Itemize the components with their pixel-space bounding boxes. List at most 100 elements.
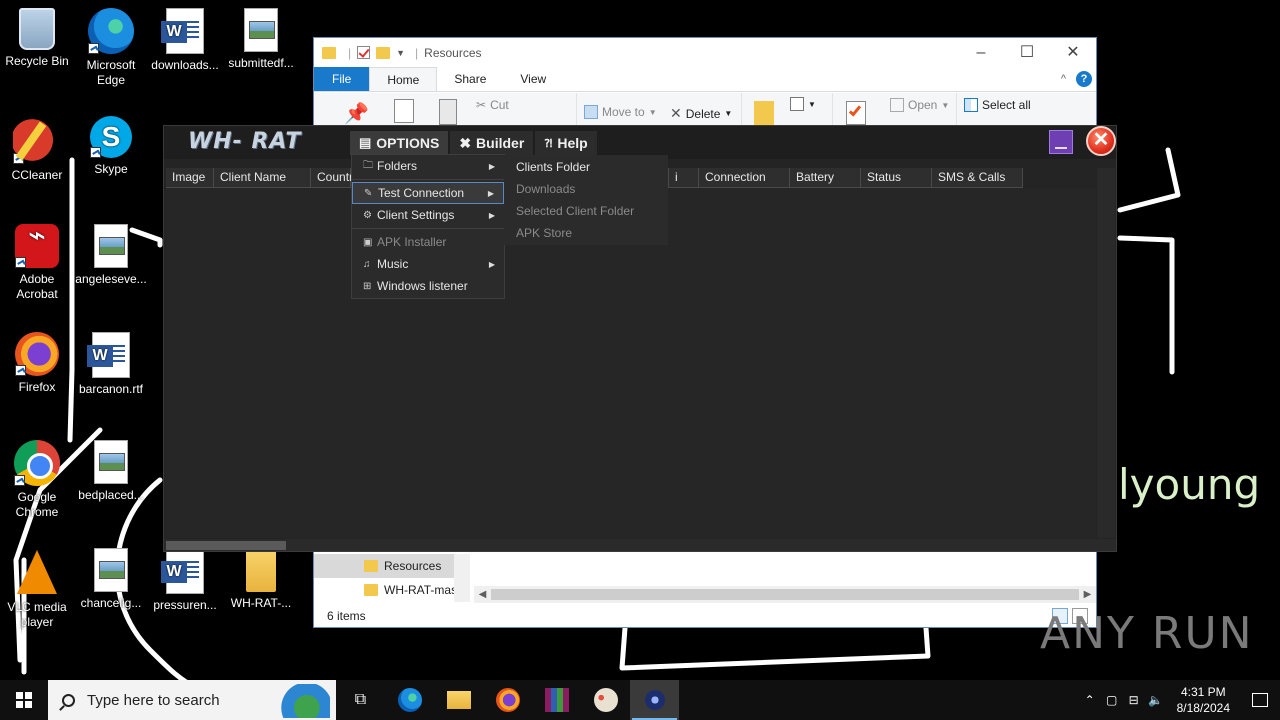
vertical-scrollbar[interactable]: [1097, 168, 1115, 538]
explorer-title: Resources: [424, 45, 482, 60]
taskbar-firefox[interactable]: [483, 680, 532, 720]
open-button[interactable]: Open ▼: [890, 98, 949, 112]
select-all-button[interactable]: Select all: [964, 98, 1031, 112]
submenu-item-clients-folder[interactable]: Clients Folder: [505, 156, 667, 178]
wallpaper-text: lyoung: [1118, 460, 1261, 509]
menu-options[interactable]: ▤ OPTIONS: [350, 131, 449, 155]
menu-item-label: Test Connection: [378, 186, 465, 200]
desktop-icon-angeleseve[interactable]: angeleseve...: [74, 224, 148, 287]
column-country[interactable]: Countr: [311, 168, 353, 188]
scroll-thumb[interactable]: [491, 589, 1079, 600]
taskbar-winrar[interactable]: [532, 680, 581, 720]
minimize-button[interactable]: [1049, 130, 1073, 154]
new-item-icon[interactable]: ▼: [790, 97, 816, 111]
pin-icon[interactable]: 📌: [344, 101, 369, 126]
desktop-icon-wh-rat-folder[interactable]: WH-RAT-...: [224, 548, 298, 611]
column-battery[interactable]: Battery: [790, 168, 861, 188]
desktop-icon-chancelig[interactable]: chancelig...: [74, 548, 148, 611]
desktop-icon-pressuren[interactable]: pressuren...: [148, 548, 222, 613]
delete-button[interactable]: ✕ Delete ▼: [670, 105, 732, 122]
submenu-item-selected-client-folder[interactable]: Selected Client Folder: [505, 200, 667, 222]
nav-item-wh-rat[interactable]: WH-RAT-mas: [314, 578, 470, 602]
cut-button[interactable]: ✂ Cut: [476, 98, 509, 112]
desktop-icon-ccleaner[interactable]: CCleaner: [0, 116, 74, 183]
scroll-thumb[interactable]: [166, 541, 286, 550]
desktop-icon-recycle-bin[interactable]: Recycle Bin: [0, 8, 74, 69]
column-image[interactable]: Image: [166, 168, 214, 188]
scroll-left-icon[interactable]: ◀: [474, 586, 491, 603]
desktop-icon-submitted[interactable]: submittedf...: [224, 8, 298, 71]
minimize-button[interactable]: –: [958, 39, 1004, 67]
submenu-item-downloads[interactable]: Downloads: [505, 178, 667, 200]
tab-file[interactable]: File: [314, 67, 370, 91]
desktop-icon-bedplaced[interactable]: bedplaced...: [74, 440, 148, 503]
close-button[interactable]: ✕: [1050, 39, 1096, 67]
open-icon: [890, 98, 904, 112]
paste-icon[interactable]: [439, 99, 457, 125]
menu-item-folders[interactable]: 🗀 Folders ▶: [352, 155, 504, 177]
meet-now-icon[interactable]: ▢: [1101, 693, 1123, 707]
desktop-icon-chrome[interactable]: Google Chrome: [0, 440, 74, 520]
collapse-ribbon-icon[interactable]: ^: [1061, 73, 1066, 85]
column-connection[interactable]: Connection: [699, 168, 790, 188]
horizontal-scrollbar[interactable]: [164, 539, 1116, 551]
edge-icon: [397, 688, 422, 712]
desktop-icon-edge[interactable]: Microsoft Edge: [74, 8, 148, 88]
column-i[interactable]: i: [669, 168, 699, 188]
menu-item-windows-listener[interactable]: ⊞ Windows listener: [352, 275, 504, 297]
network-icon[interactable]: ⊟: [1123, 693, 1145, 707]
desktop-icon-barcanon[interactable]: barcanon.rtf: [74, 332, 148, 397]
desktop-icon-firefox[interactable]: Firefox: [0, 332, 74, 395]
desktop-icon-acrobat[interactable]: Adobe Acrobat: [0, 224, 74, 302]
start-button[interactable]: [0, 680, 48, 720]
close-button[interactable]: ✕: [1086, 126, 1116, 156]
taskbar-search[interactable]: Type here to search: [48, 680, 336, 720]
tab-share[interactable]: Share: [437, 67, 503, 91]
desktop-icon-label: WH-RAT-...: [230, 596, 292, 610]
new-folder-icon[interactable]: [376, 46, 391, 59]
submenu-item-apk-store[interactable]: APK Store: [505, 222, 667, 244]
properties-icon[interactable]: [846, 101, 866, 125]
word-document-icon: [161, 548, 204, 594]
chevron-down-icon[interactable]: ▼: [396, 48, 405, 58]
move-to-button[interactable]: Move to ▼: [584, 105, 657, 119]
scroll-right-icon[interactable]: ▶: [1079, 586, 1096, 603]
column-status[interactable]: Status: [861, 168, 932, 188]
desktop-icon-downloads[interactable]: downloads...: [148, 8, 222, 73]
notifications-button[interactable]: [1240, 693, 1280, 707]
menu-item-apk-installer[interactable]: ▣ APK Installer: [352, 231, 504, 253]
edge-icon: [88, 8, 134, 54]
menu-item-test-connection[interactable]: ✎ Test Connection ▶: [352, 182, 504, 204]
taskbar-wh-rat[interactable]: [630, 680, 679, 720]
nav-item-resources[interactable]: Resources: [314, 554, 454, 578]
column-client-name[interactable]: Client Name: [214, 168, 311, 188]
task-view-button[interactable]: ⧉: [336, 680, 385, 720]
copy-icon[interactable]: [394, 99, 414, 123]
taskbar-file-explorer[interactable]: [434, 680, 483, 720]
menu-help-label: Help: [557, 135, 588, 151]
taskbar-paint[interactable]: [581, 680, 630, 720]
desktop-icon-skype[interactable]: Skype: [74, 116, 148, 177]
menu-item-music[interactable]: ♫ Music ▶: [352, 253, 504, 275]
clock[interactable]: 4:31 PM 8/18/2024: [1167, 684, 1240, 716]
desktop-icon-vlc[interactable]: VLC media player: [0, 548, 74, 630]
menu-help[interactable]: ⁈ Help: [535, 131, 597, 155]
properties-icon[interactable]: [357, 46, 371, 59]
desktop-icon-label: angeleseve...: [75, 272, 147, 286]
chevron-up-icon[interactable]: ⌃: [1079, 693, 1101, 707]
column-sms-calls[interactable]: SMS & Calls: [932, 168, 1023, 188]
taskbar-edge[interactable]: [385, 680, 434, 720]
nav-scrollbar[interactable]: [454, 554, 470, 602]
new-folder-icon[interactable]: [754, 101, 774, 125]
folder-icon: [364, 560, 378, 572]
vlc-cone-icon: [17, 550, 57, 594]
maximize-button[interactable]: ☐: [1004, 39, 1050, 67]
menu-item-client-settings[interactable]: ⚙ Client Settings ▶: [352, 204, 504, 226]
help-icon[interactable]: ?: [1076, 71, 1092, 87]
horizontal-scrollbar[interactable]: ◀ ▶: [474, 586, 1096, 603]
tab-home[interactable]: Home: [369, 67, 438, 91]
navigation-pane: Resources WH-RAT-mas: [314, 554, 470, 602]
volume-icon[interactable]: 🔈: [1145, 693, 1167, 707]
tab-view[interactable]: View: [503, 67, 563, 91]
menu-builder[interactable]: ✖ Builder: [450, 131, 534, 155]
